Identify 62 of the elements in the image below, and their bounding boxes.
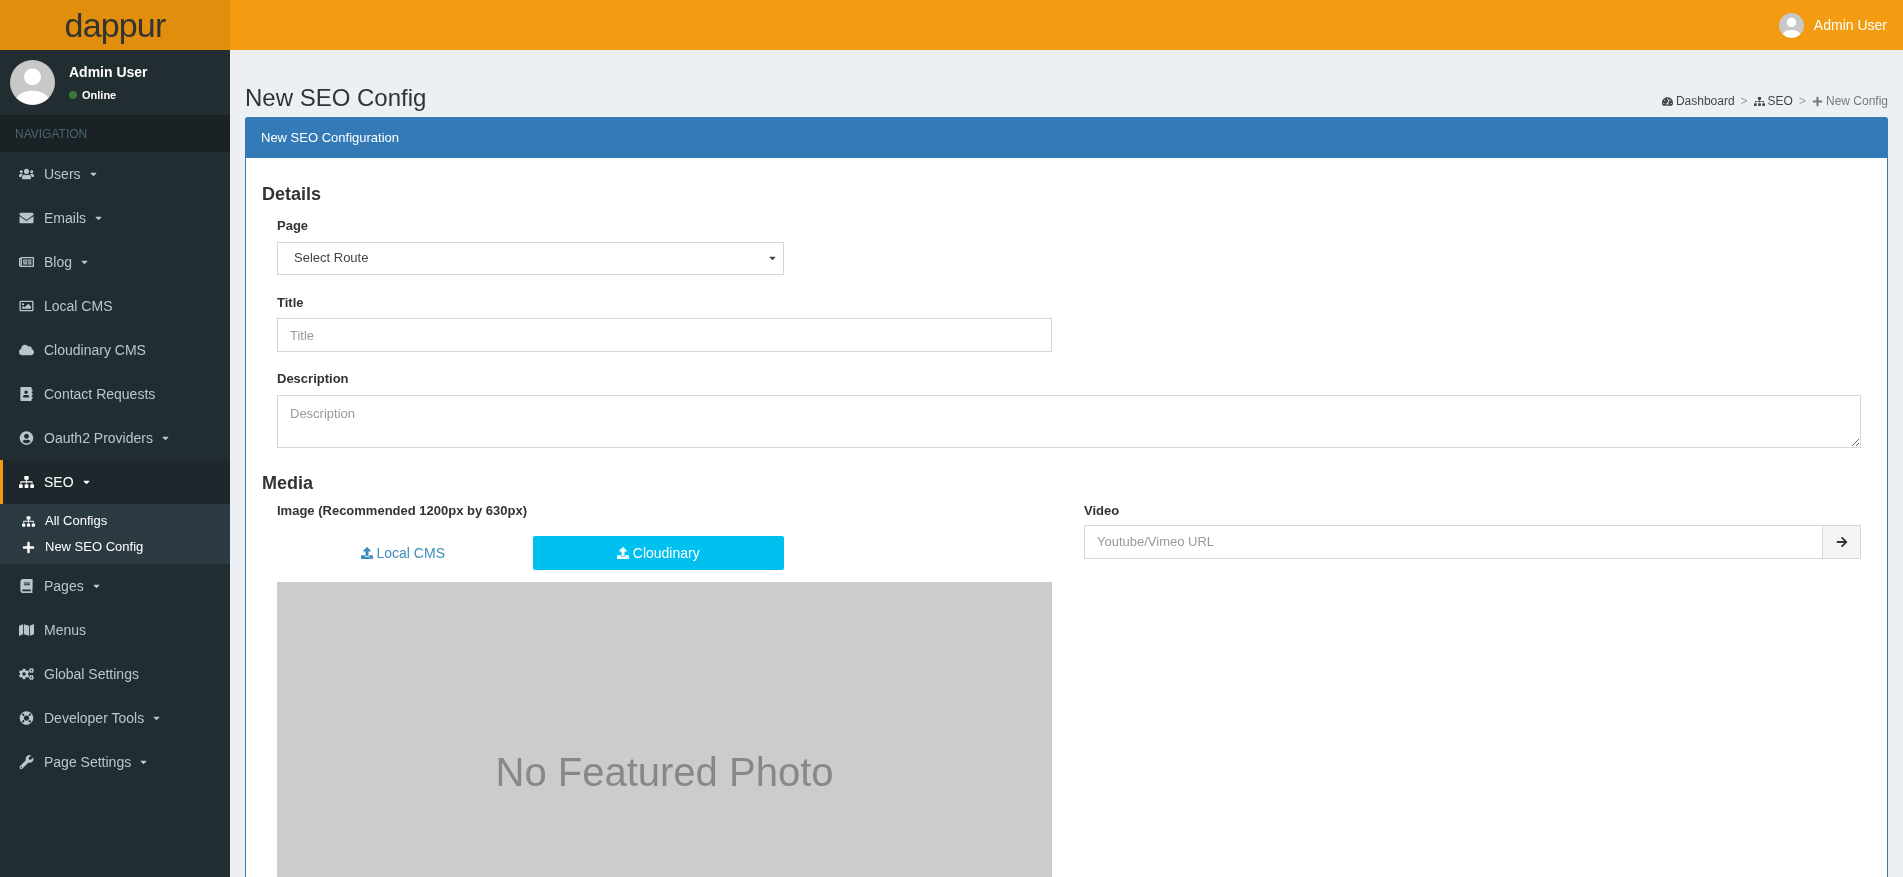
field-label: Description bbox=[277, 370, 350, 388]
upload-icon bbox=[616, 547, 629, 559]
breadcrumb-separator: > bbox=[1798, 93, 1806, 110]
description-textarea[interactable]: Description bbox=[277, 394, 1861, 448]
sitemap-icon bbox=[22, 514, 35, 528]
sidebar-item[interactable]: Contact Requests bbox=[0, 372, 230, 416]
sidebar-item[interactable]: Developer Tools bbox=[0, 696, 230, 740]
life-ring-icon bbox=[19, 711, 34, 725]
video-url-input[interactable]: Youtube/Vimeo URL bbox=[1084, 525, 1823, 559]
plus-icon bbox=[22, 540, 35, 554]
user-avatar-icon bbox=[10, 60, 55, 105]
field-label: Video bbox=[1084, 501, 1121, 520]
breadcrumb-item: New Config bbox=[1811, 92, 1888, 110]
panel-header: New SEO Configuration bbox=[246, 118, 1887, 158]
sidebar-item[interactable]: Pages bbox=[0, 564, 230, 608]
user-avatar-icon bbox=[1778, 12, 1804, 38]
page-title: New SEO Config bbox=[245, 86, 427, 110]
title-input[interactable]: Title bbox=[277, 318, 1052, 352]
sidebar-item[interactable]: Blog bbox=[0, 240, 230, 284]
arrow-right-icon bbox=[1835, 536, 1848, 548]
envelope-icon bbox=[19, 211, 34, 225]
sidebar-item[interactable]: Page Settings bbox=[0, 740, 230, 784]
sidebar-item[interactable]: Oauth2 Providers bbox=[0, 416, 230, 460]
user-status: Online bbox=[82, 87, 117, 103]
sidebar-item[interactable]: Cloudinary CMS bbox=[0, 328, 230, 372]
dashboard-icon bbox=[1661, 95, 1673, 107]
cloud-icon bbox=[19, 343, 34, 357]
newspaper-icon bbox=[19, 255, 34, 269]
book-icon bbox=[19, 579, 34, 593]
submenu-item[interactable]: New SEO Config bbox=[0, 534, 230, 560]
sidebar-item[interactable]: Users bbox=[0, 152, 230, 196]
sidebar-item[interactable]: Local CMS bbox=[0, 284, 230, 328]
map-icon bbox=[19, 623, 34, 637]
sidebar-item[interactable]: SEO bbox=[0, 460, 230, 504]
field-label: Image (Recommended 1200px by 630px) bbox=[277, 501, 528, 520]
section-heading: Media bbox=[262, 473, 314, 492]
plus-icon bbox=[1811, 95, 1823, 107]
submenu-item[interactable]: All Configs bbox=[0, 508, 230, 534]
breadcrumb-item[interactable]: Dashboard bbox=[1661, 92, 1735, 110]
navigation-header: NAVIGATION bbox=[0, 115, 230, 152]
section-heading: Details bbox=[262, 185, 323, 203]
user-name: Admin User bbox=[69, 62, 148, 82]
upload-icon bbox=[360, 547, 373, 559]
sidebar-item[interactable]: Menus bbox=[0, 608, 230, 652]
breadcrumb-separator: > bbox=[1740, 93, 1748, 110]
route-select[interactable]: Select Route bbox=[277, 241, 784, 275]
upload-source-tab[interactable]: Local CMS bbox=[277, 536, 529, 570]
field-label: Page bbox=[277, 217, 310, 235]
users-icon bbox=[19, 167, 34, 181]
sidebar-item[interactable]: Global Settings bbox=[0, 652, 230, 696]
placeholder-text: No Featured Photo bbox=[495, 749, 834, 796]
wrench-icon bbox=[19, 755, 34, 769]
image-icon bbox=[19, 299, 34, 313]
submit-url-button[interactable] bbox=[1823, 525, 1861, 559]
logo[interactable]: dappur bbox=[64, 8, 166, 42]
sidebar-item[interactable]: Emails bbox=[0, 196, 230, 240]
sitemap-icon bbox=[1753, 95, 1765, 107]
cogs-icon bbox=[19, 667, 34, 681]
sitemap-icon bbox=[19, 475, 34, 489]
address-book-icon bbox=[19, 387, 34, 401]
field-label: Title bbox=[277, 293, 305, 312]
breadcrumb-item[interactable]: SEO bbox=[1753, 92, 1793, 110]
